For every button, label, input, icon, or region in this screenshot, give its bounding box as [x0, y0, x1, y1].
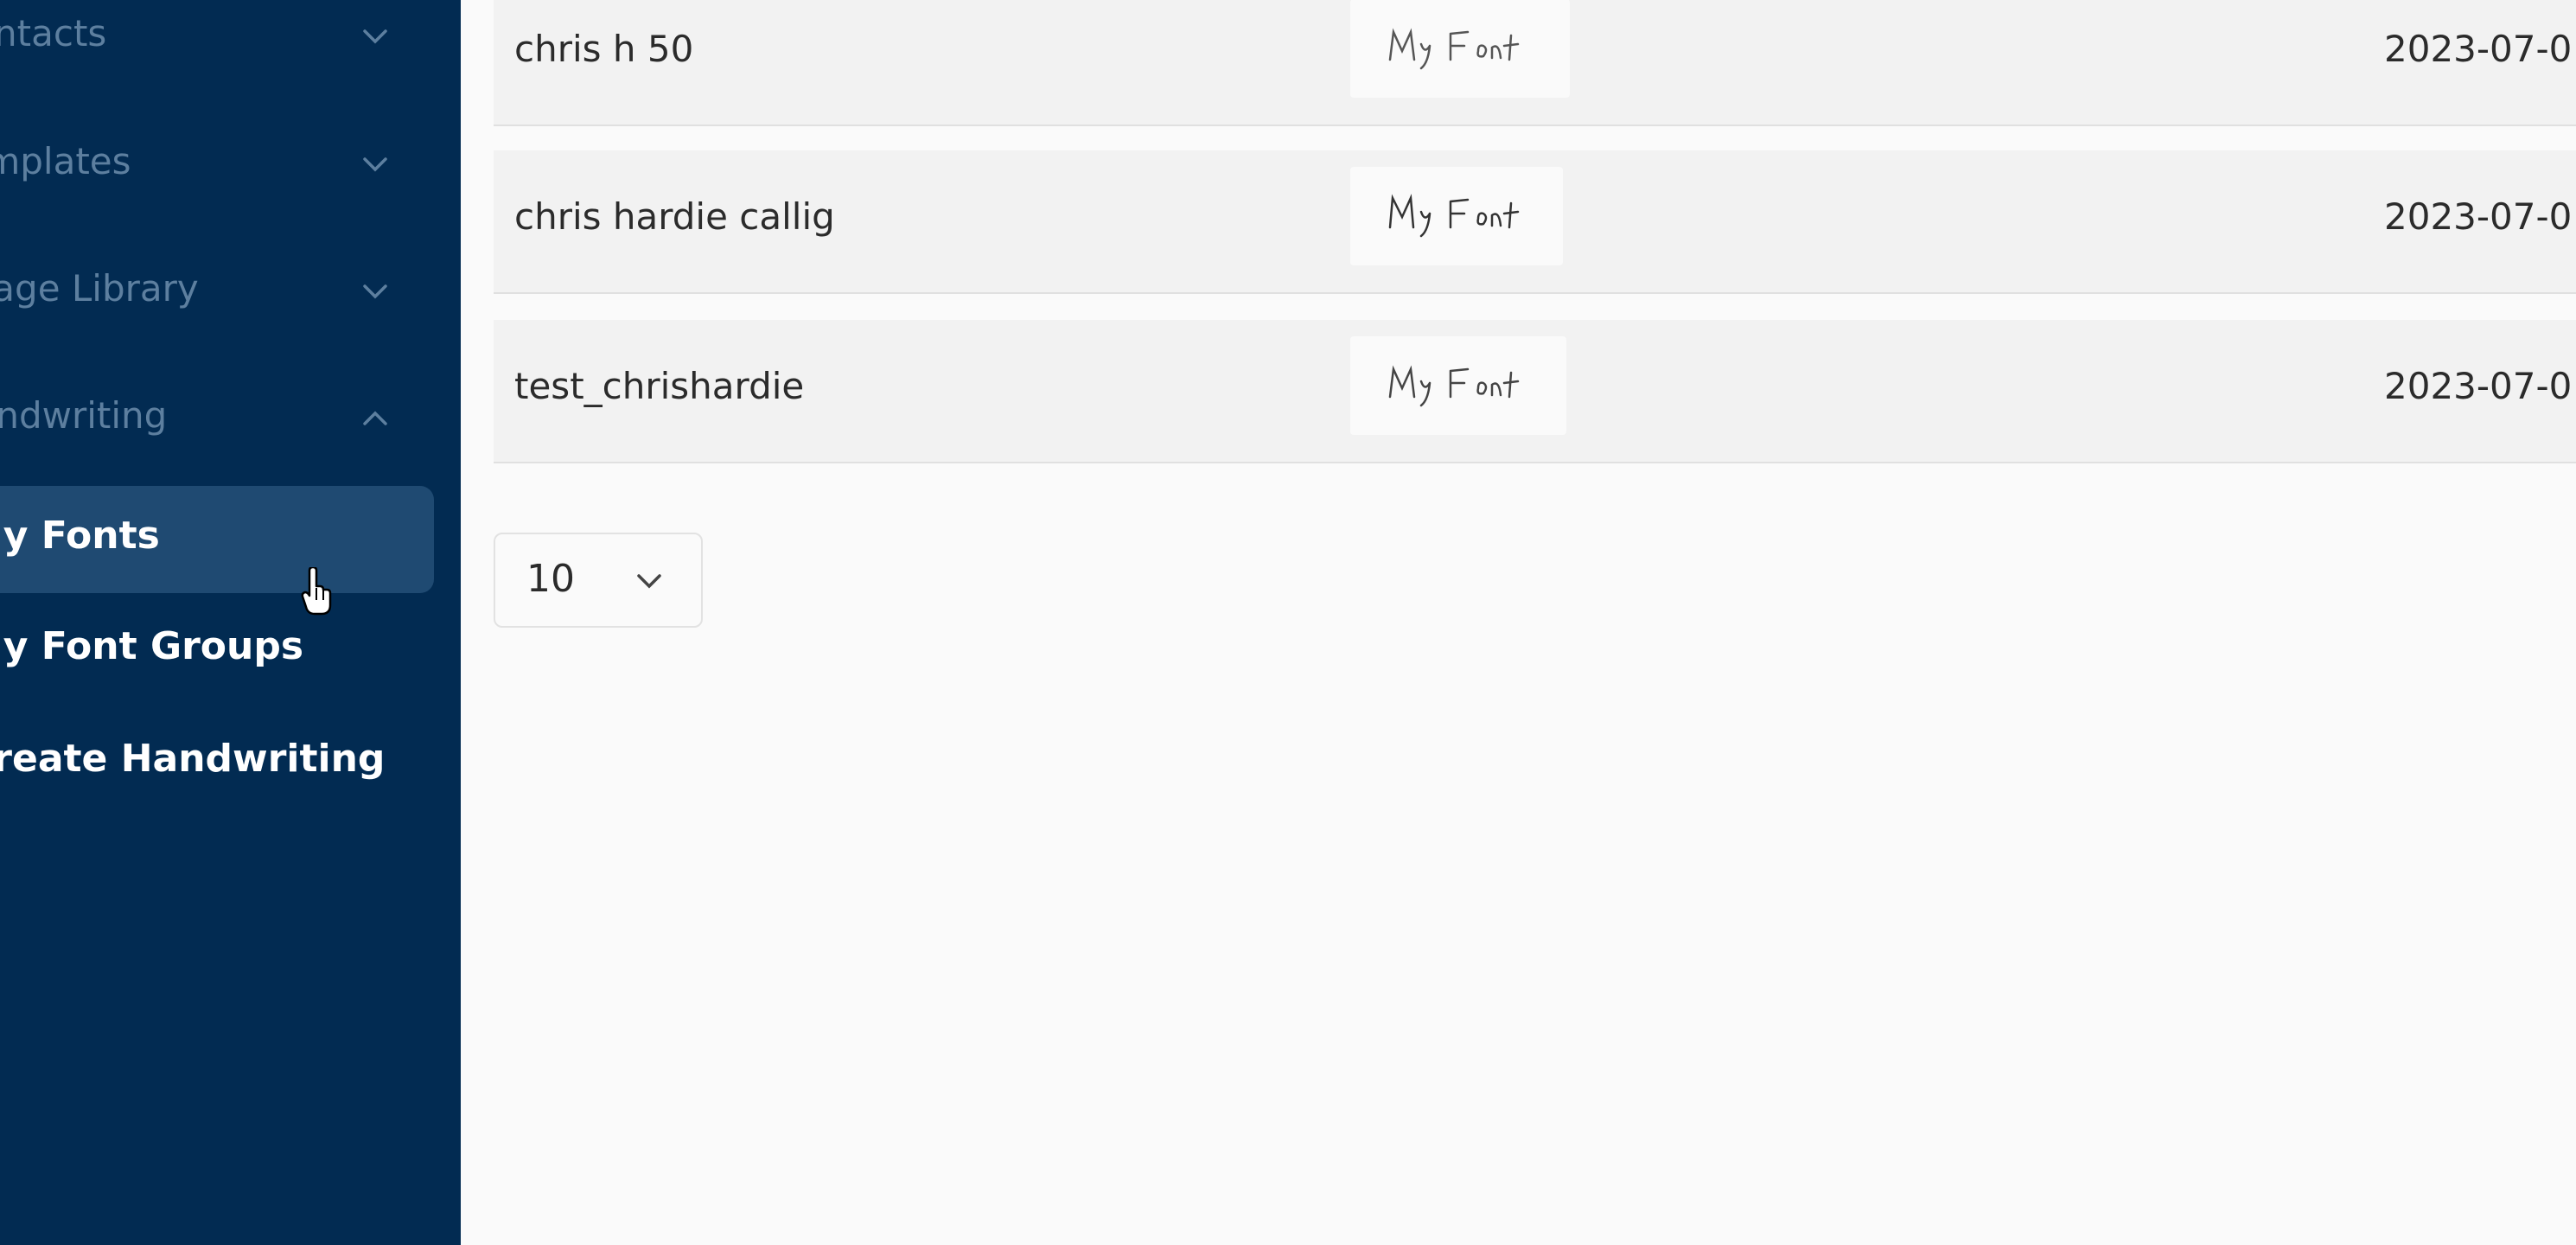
sidebar: Contacts Templates Image Library Handwri…	[0, 0, 461, 1245]
sidebar-item-label: Create Handwriting	[0, 737, 386, 781]
sidebar-item-my-font-groups[interactable]: My Font Groups	[0, 597, 461, 704]
font-date: 2023-07-0	[2384, 195, 2573, 238]
font-name: chris hardie callig	[514, 195, 835, 238]
sidebar-item-my-fonts[interactable]: My Fonts	[0, 486, 461, 593]
chevron-down-icon	[363, 284, 387, 299]
page-size-select[interactable]: 10	[494, 533, 703, 628]
chevron-down-icon	[363, 29, 387, 44]
sidebar-section-label: Image Library	[0, 267, 199, 310]
table-row[interactable]: chris hardie callig 2023-07-0	[494, 150, 2576, 294]
sidebar-section-contacts[interactable]: Contacts	[0, 2, 461, 71]
font-date: 2023-07-0	[2384, 365, 2573, 407]
sidebar-section-label: Contacts	[0, 12, 107, 54]
font-preview	[1350, 167, 1563, 265]
handwriting-preview-image	[1388, 365, 1520, 407]
chevron-up-icon	[363, 411, 387, 425]
table-row[interactable]: test_chrishardie 2023-07-0	[494, 320, 2576, 463]
font-name: test_chrishardie	[514, 365, 805, 407]
font-preview	[1350, 0, 1570, 98]
sidebar-section-handwriting[interactable]: Handwriting	[0, 384, 461, 453]
chevron-down-icon	[363, 157, 387, 172]
page-size-value: 10	[526, 557, 575, 601]
handwriting-preview-image	[1388, 28, 1520, 70]
sidebar-section-image-library[interactable]: Image Library	[0, 257, 461, 326]
sidebar-item-create-handwriting[interactable]: Create Handwriting	[0, 709, 461, 816]
hand-cursor-icon	[301, 567, 332, 616]
sidebar-item-label: My Fonts	[0, 514, 160, 558]
font-date: 2023-07-0	[2384, 28, 2573, 70]
table-row[interactable]: chris h 50 2023-07-0	[494, 0, 2576, 126]
sidebar-section-label: Handwriting	[0, 394, 168, 437]
handwriting-preview-image	[1388, 194, 1520, 238]
font-preview	[1350, 336, 1566, 435]
sidebar-section-templates[interactable]: Templates	[0, 130, 461, 199]
sidebar-item-label: My Font Groups	[0, 624, 304, 668]
sidebar-section-label: Templates	[0, 140, 131, 182]
chevron-down-icon	[637, 574, 661, 589]
font-name: chris h 50	[514, 28, 694, 70]
